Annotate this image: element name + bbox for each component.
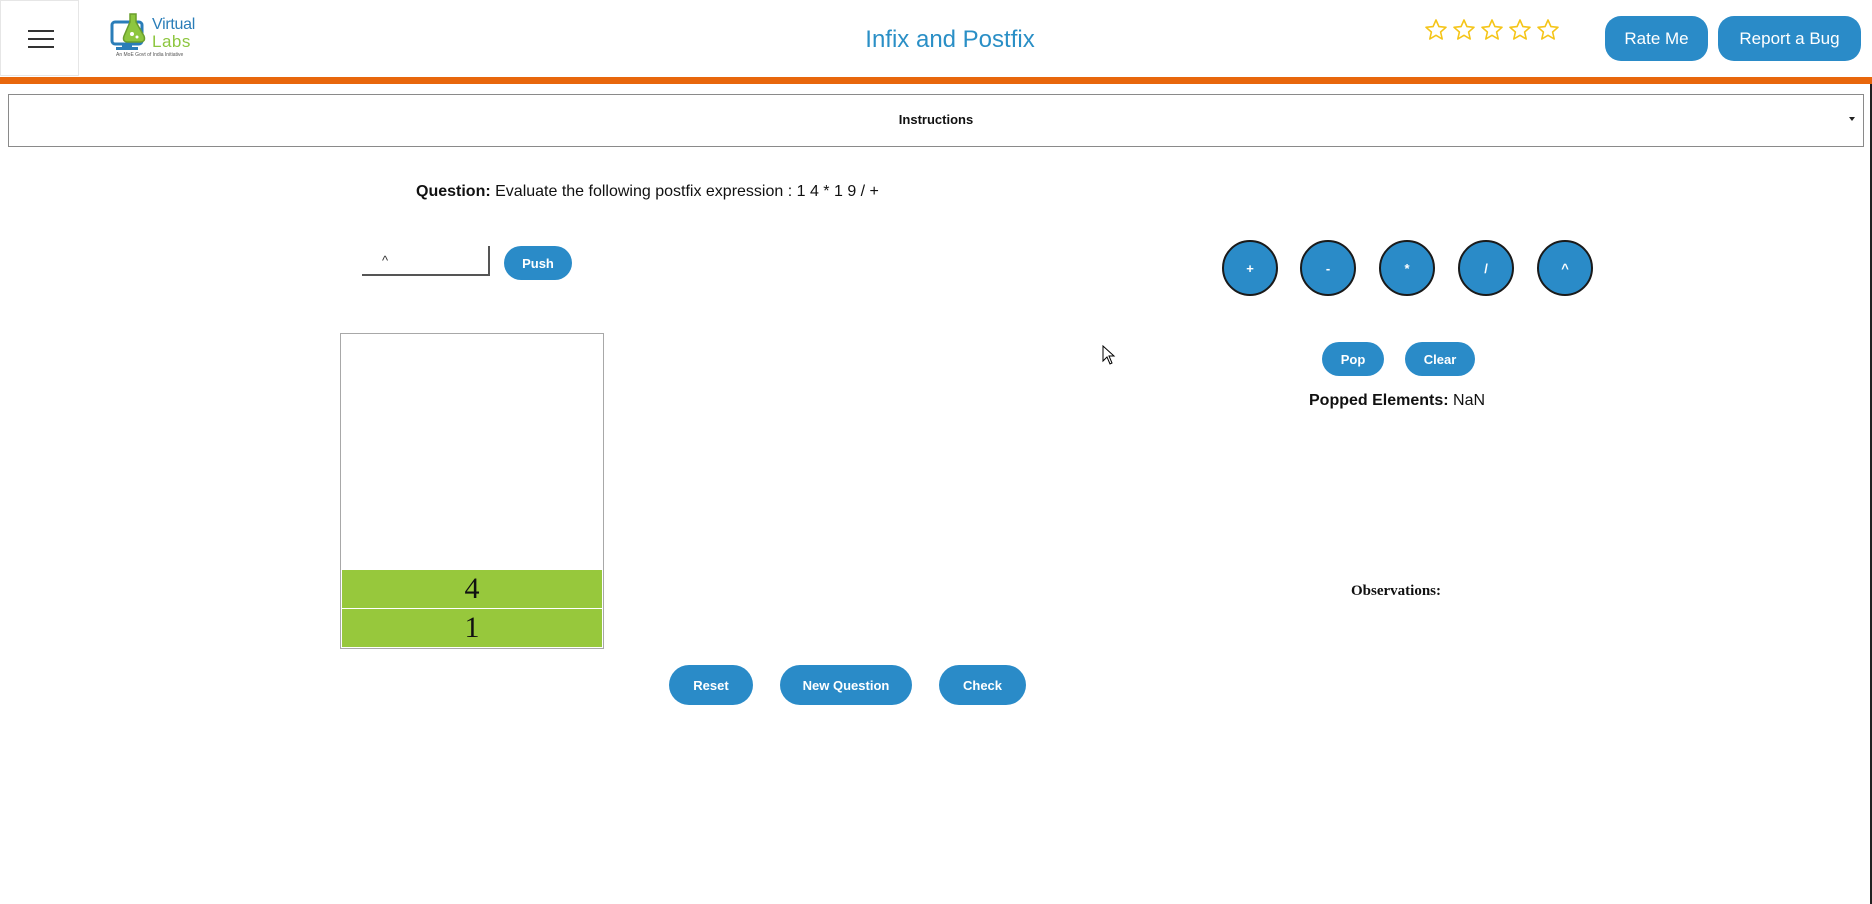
popped-elements-label: Popped Elements: bbox=[1309, 392, 1449, 409]
operator-divide-button[interactable]: / bbox=[1458, 240, 1514, 296]
mouse-cursor-icon bbox=[1102, 345, 1116, 365]
popped-elements: Popped Elements: NaN bbox=[1309, 392, 1485, 410]
reset-button[interactable]: Reset bbox=[669, 665, 753, 705]
star-icon[interactable] bbox=[1508, 18, 1532, 42]
stack-item: 4 bbox=[342, 570, 602, 608]
instructions-dropdown[interactable]: Instructions bbox=[8, 94, 1864, 147]
push-button[interactable]: Push bbox=[504, 246, 572, 280]
question-text: Question: Evaluate the following postfix… bbox=[416, 183, 879, 201]
stack-container: 4 1 bbox=[340, 333, 604, 649]
question-label: Question: bbox=[416, 183, 491, 200]
new-question-button[interactable]: New Question bbox=[780, 665, 912, 705]
operator-minus-button[interactable]: - bbox=[1300, 240, 1356, 296]
page-title: Infix and Postfix bbox=[865, 26, 1035, 53]
pop-button[interactable]: Pop bbox=[1322, 342, 1384, 376]
question-expression: Evaluate the following postfix expressio… bbox=[490, 183, 879, 200]
header-divider bbox=[0, 77, 1872, 84]
operator-power-button[interactable]: ^ bbox=[1537, 240, 1593, 296]
star-icon[interactable] bbox=[1480, 18, 1504, 42]
push-input[interactable] bbox=[362, 246, 490, 276]
rate-me-button[interactable]: Rate Me bbox=[1605, 16, 1708, 61]
instructions-label: Instructions bbox=[898, 112, 974, 127]
stack-item: 1 bbox=[342, 609, 602, 647]
caret-down-icon bbox=[1849, 117, 1855, 121]
clear-button[interactable]: Clear bbox=[1405, 342, 1475, 376]
operator-plus-button[interactable]: + bbox=[1222, 240, 1278, 296]
star-icon[interactable] bbox=[1536, 18, 1560, 42]
report-bug-button[interactable]: Report a Bug bbox=[1718, 16, 1861, 61]
operator-multiply-button[interactable]: * bbox=[1379, 240, 1435, 296]
star-icon[interactable] bbox=[1424, 18, 1448, 42]
observations-label: Observations: bbox=[1351, 583, 1441, 599]
check-button[interactable]: Check bbox=[939, 665, 1026, 705]
star-icon[interactable] bbox=[1452, 18, 1476, 42]
page: Virtual Labs An MoE Govt of India Initia… bbox=[0, 0, 1872, 904]
header: Virtual Labs An MoE Govt of India Initia… bbox=[0, 0, 1872, 77]
popped-elements-value: NaN bbox=[1448, 392, 1486, 409]
rating-stars bbox=[1424, 18, 1560, 42]
